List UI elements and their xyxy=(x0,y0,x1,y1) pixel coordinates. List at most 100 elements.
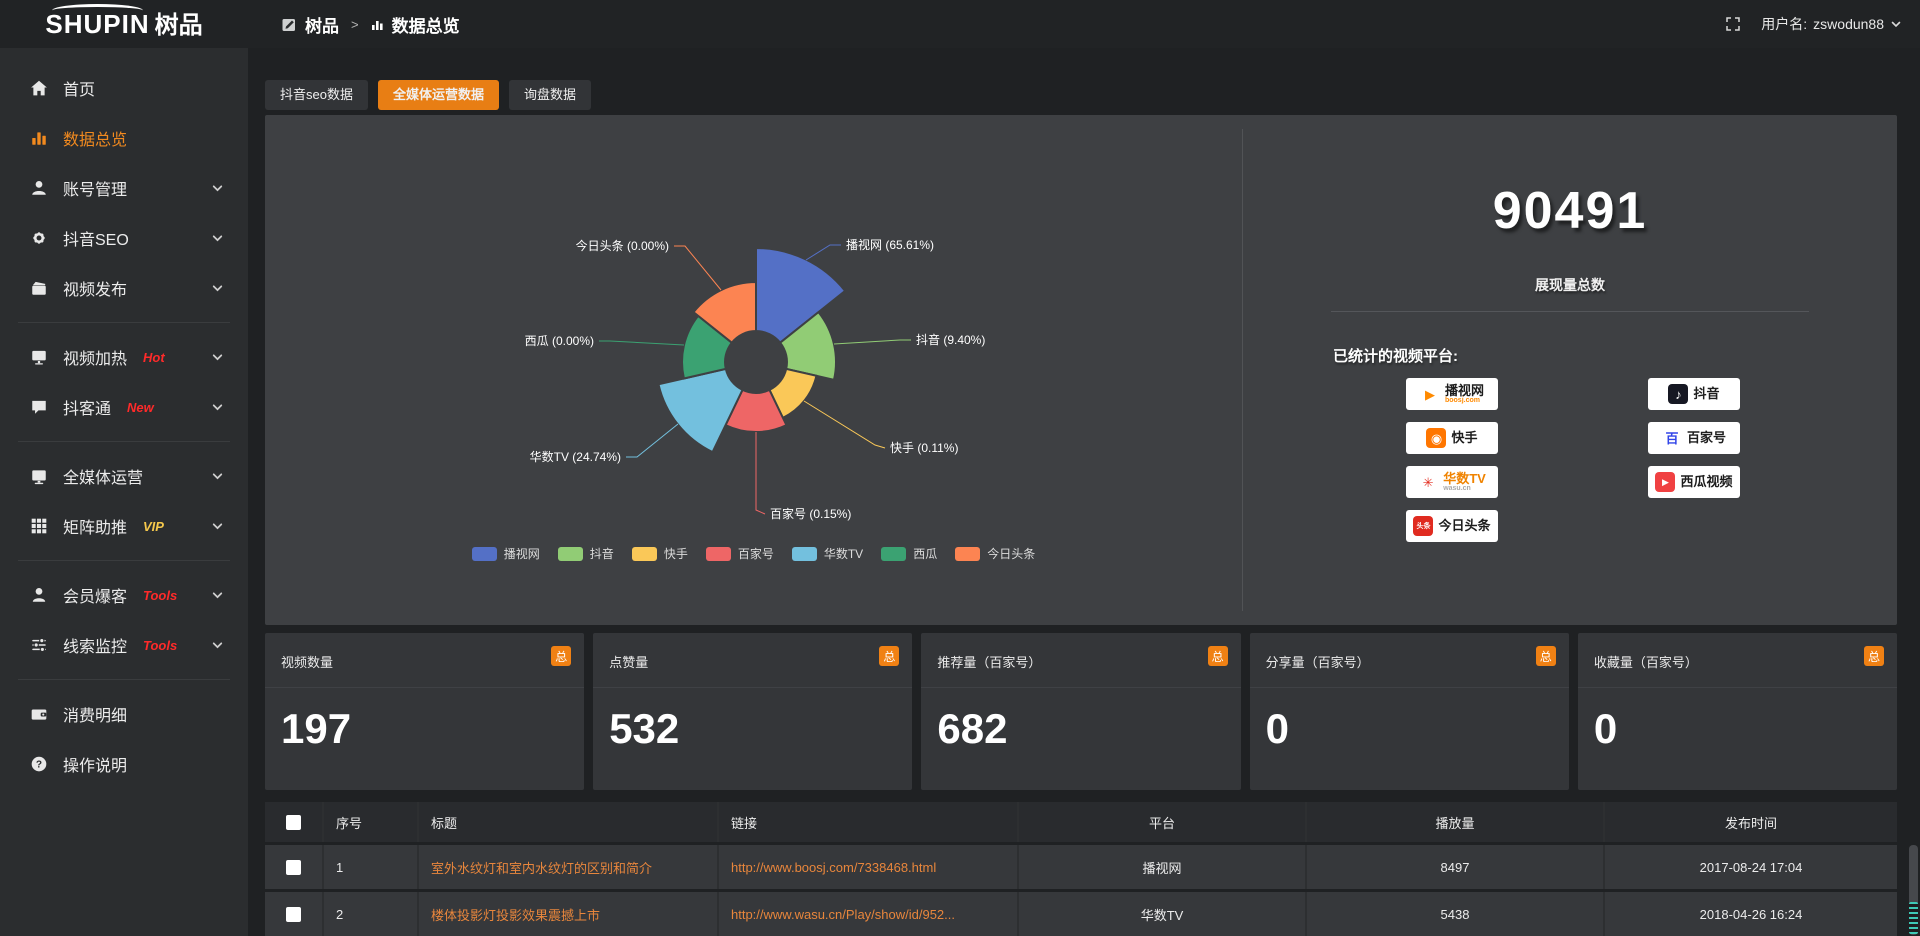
sidebar-item-douyin-seo[interactable]: 抖音SEO xyxy=(0,213,248,263)
pie-label-leader xyxy=(834,340,911,344)
breadcrumb-separator: > xyxy=(347,17,363,32)
legend-item-6[interactable]: 西瓜 xyxy=(881,545,937,562)
column-header-5: 播放量 xyxy=(1307,802,1605,842)
legend-item-5[interactable]: 华数TV xyxy=(792,545,863,562)
sidebar-item-label: 操作说明 xyxy=(63,752,127,776)
stat-card-label: 视频数量 xyxy=(281,652,333,671)
stat-card-share-count: 分享量（百家号）总0 xyxy=(1250,633,1569,790)
total-impressions-label: 展现量总数 xyxy=(1243,275,1897,295)
user-menu[interactable]: 用户名: zswodun88 xyxy=(1761,14,1902,34)
sidebar-item-member-baoke[interactable]: 会员爆客Tools xyxy=(0,570,248,620)
legend-item-4[interactable]: 百家号 xyxy=(706,545,774,562)
sidebar-item-video-publish[interactable]: 视频发布 xyxy=(0,263,248,313)
legend-item-3[interactable]: 快手 xyxy=(632,545,688,562)
pie-label-leader xyxy=(674,246,721,290)
videos-table: 序号标题链接平台播放量发布时间 1室外水纹灯和室内水纹灯的区别和简介http:/… xyxy=(265,802,1897,936)
sidebar-item-data-overview[interactable]: 数据总览 xyxy=(0,113,248,163)
pie-label: 抖音 (9.40%) xyxy=(916,332,985,347)
platform-badge-name: 播视网 xyxy=(1445,384,1484,398)
sidebar-item-media-operation[interactable]: 全媒体运营 xyxy=(0,451,248,501)
chevron-down-icon xyxy=(211,401,224,414)
home-icon xyxy=(30,79,48,97)
breadcrumb-root-icon xyxy=(282,17,297,32)
topbar-right: 用户名: zswodun88 xyxy=(1725,14,1902,34)
legend-swatch xyxy=(955,547,980,561)
chevron-down-icon xyxy=(211,282,224,295)
total-badge: 总 xyxy=(879,646,899,666)
pie-label-leader xyxy=(804,401,885,448)
app-logo: SHUPIN 树品 xyxy=(0,11,248,38)
data-tabs: 抖音seo数据全媒体运营数据询盘数据 xyxy=(265,80,1897,110)
tab-inquiry-data[interactable]: 询盘数据 xyxy=(509,80,591,110)
legend-item-2[interactable]: 抖音 xyxy=(558,545,614,562)
platform-badge-wasu: ✳华数TVwasu.cn xyxy=(1406,466,1498,498)
sidebar-divider xyxy=(18,441,230,442)
table-row: 2楼体投影灯投影效果震撼上市http://www.wasu.cn/Play/sh… xyxy=(265,892,1897,936)
sidebar-item-leads-monitor[interactable]: 线索监控Tools xyxy=(0,620,248,670)
sidebar-item-label: 矩阵助推 xyxy=(63,514,127,538)
legend-swatch xyxy=(632,547,657,561)
breadcrumb-current-icon xyxy=(371,18,384,31)
breadcrumb-root[interactable]: 树品 xyxy=(305,12,339,37)
platform-badge-baijiahao: 百百家号 xyxy=(1648,422,1740,454)
row-checkbox[interactable] xyxy=(286,860,301,875)
username-label: 用户名: xyxy=(1761,14,1807,34)
help-icon: ? xyxy=(30,755,48,773)
legend-swatch xyxy=(472,547,497,561)
video-title-link[interactable]: 楼体投影灯投影效果震撼上市 xyxy=(431,905,600,924)
pie-label-leader xyxy=(806,245,841,260)
stat-card-recommend-count: 推荐量（百家号）总682 xyxy=(921,633,1240,790)
video-url-link[interactable]: http://www.wasu.cn/Play/show/id/952... xyxy=(731,907,955,922)
card-divider xyxy=(1578,687,1897,688)
table-header-row: 序号标题链接平台播放量发布时间 xyxy=(265,802,1897,842)
stat-cards: 视频数量总197点赞量总532推荐量（百家号）总682分享量（百家号）总0收藏量… xyxy=(265,633,1897,790)
sidebar-item-douketong[interactable]: 抖客通New xyxy=(0,382,248,432)
logo-text-cn: 树品 xyxy=(155,14,203,38)
stat-card-value: 682 xyxy=(937,705,1007,753)
sidebar-item-home[interactable]: 首页 xyxy=(0,63,248,113)
row-checkbox[interactable] xyxy=(286,907,301,922)
select-all-checkbox[interactable] xyxy=(286,815,301,830)
row-platform: 华数TV xyxy=(1019,892,1307,936)
legend-item-1[interactable]: 播视网 xyxy=(472,545,540,562)
tab-media-operation-data[interactable]: 全媒体运营数据 xyxy=(378,80,499,110)
chevron-down-icon xyxy=(211,182,224,195)
overview-panel: 播视网 (65.61%)抖音 (9.40%)快手 (0.11%)百家号 (0.1… xyxy=(265,115,1897,625)
sidebar-item-account-manage[interactable]: 账号管理 xyxy=(0,163,248,213)
platform-badge-toutiao: 头条今日头条 xyxy=(1406,510,1498,542)
sidebar-item-help[interactable]: ? 操作说明 xyxy=(0,739,248,789)
impressions-summary: 90491 展现量总数 已统计的视频平台: ▶播视网boosj.com◉快手✳华… xyxy=(1243,115,1897,625)
pie-label: 播视网 (65.61%) xyxy=(846,237,934,252)
sidebar-item-expense-detail[interactable]: 消费明细 xyxy=(0,689,248,739)
sidebar-item-video-heat[interactable]: 视频加热Hot xyxy=(0,332,248,382)
xigua-logo-icon: ▶ xyxy=(1655,472,1675,492)
total-impressions-value: 90491 xyxy=(1243,181,1897,241)
pie-slice-5[interactable] xyxy=(659,369,743,452)
sidebar-item-matrix-boost[interactable]: 矩阵助推VIP xyxy=(0,501,248,551)
sidebar: 首页数据总览账号管理抖音SEO视频发布视频加热Hot抖客通New全媒体运营矩阵助… xyxy=(0,48,248,936)
stat-card-label: 收藏量（百家号） xyxy=(1594,652,1698,671)
chevron-down-icon xyxy=(211,520,224,533)
scroll-stripes-widget xyxy=(1909,902,1918,934)
stat-card-value: 532 xyxy=(609,705,679,753)
video-publish-icon xyxy=(30,279,48,297)
breadcrumb-current[interactable]: 数据总览 xyxy=(392,12,460,37)
card-divider xyxy=(265,687,584,688)
legend-swatch xyxy=(792,547,817,561)
row-publish-time: 2018-04-26 16:24 xyxy=(1605,892,1897,936)
gear-icon xyxy=(30,229,48,247)
topbar: SHUPIN 树品 树品 > 数据总览 用户名: zswodun88 xyxy=(0,0,1920,48)
legend-item-7[interactable]: 今日头条 xyxy=(955,545,1035,562)
video-title-link-cell: 室外水纹灯和室内水纹灯的区别和简介 xyxy=(419,845,719,889)
sliders-icon xyxy=(30,636,48,654)
sidebar-divider xyxy=(18,679,230,680)
fullscreen-icon[interactable] xyxy=(1725,16,1741,32)
stat-card-video-count: 视频数量总197 xyxy=(265,633,584,790)
wallet-icon xyxy=(30,705,48,723)
video-title-link[interactable]: 室外水纹灯和室内水纹灯的区别和简介 xyxy=(431,858,652,877)
card-divider xyxy=(1250,687,1569,688)
video-url-link[interactable]: http://www.boosj.com/7338468.html xyxy=(731,860,936,875)
table-row: 1室外水纹灯和室内水纹灯的区别和简介http://www.boosj.com/7… xyxy=(265,845,1897,889)
sidebar-item-label: 数据总览 xyxy=(63,126,127,150)
tab-douyin-seo-data[interactable]: 抖音seo数据 xyxy=(265,80,368,110)
